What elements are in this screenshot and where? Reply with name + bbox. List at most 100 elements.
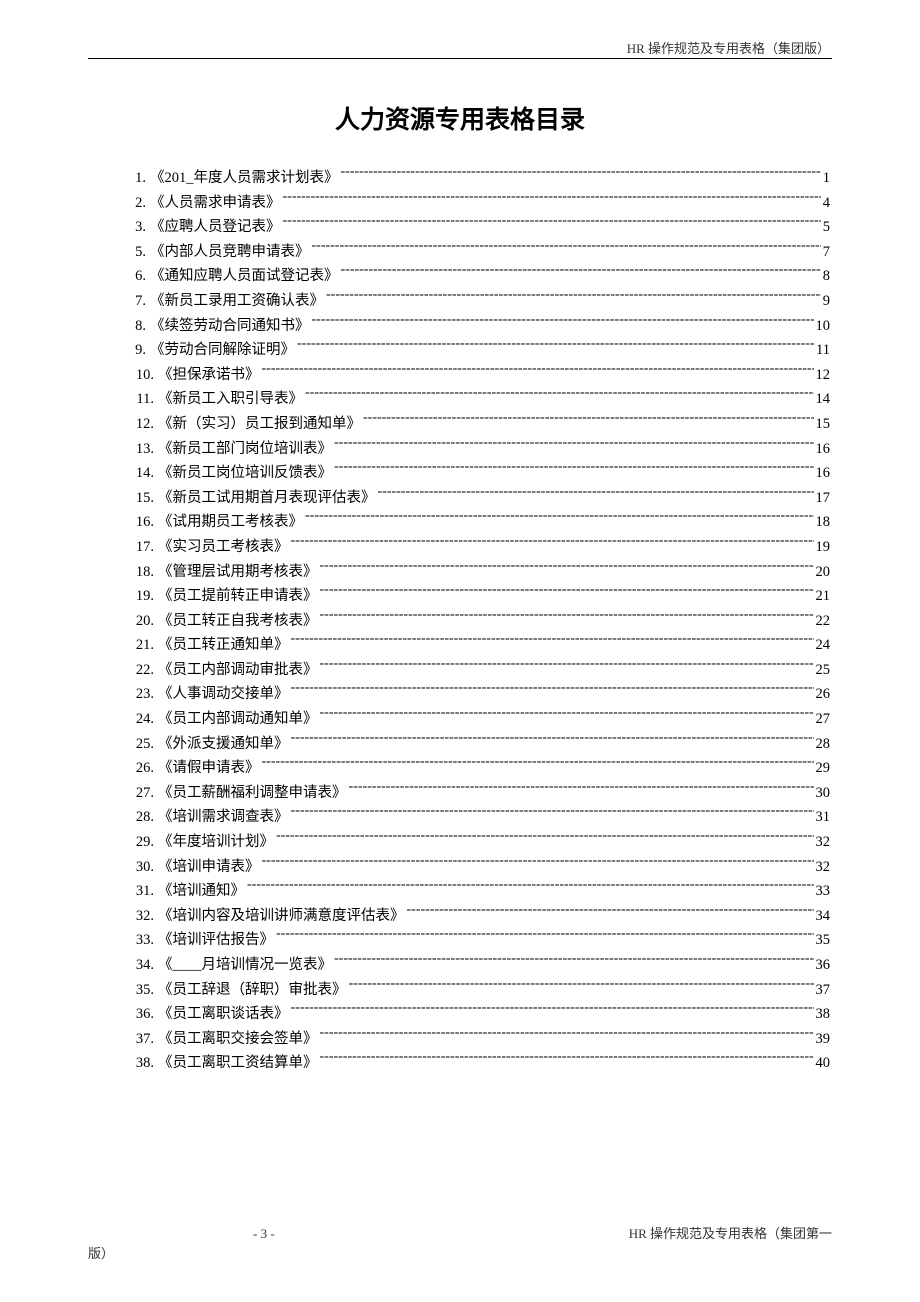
toc-number: 14.	[128, 465, 154, 482]
toc-row: 5.《内部人员竞聘申请表》7	[128, 240, 830, 265]
toc-label: 《新（实习）员工报到通知单》	[158, 412, 361, 433]
toc-row: 18.《管理层试用期考核表》20	[128, 560, 830, 585]
toc-leader	[349, 978, 814, 994]
toc-page: 16	[816, 441, 831, 458]
toc-leader	[291, 683, 814, 699]
toc-page: 35	[816, 932, 831, 949]
toc-page: 7	[823, 244, 830, 261]
toc-row: 13.《新员工部门岗位培训表》 16	[128, 437, 830, 462]
toc-label: 《新员工试用期首月表现评估表》	[158, 486, 376, 507]
toc-number: 33.	[128, 932, 154, 949]
toc-page: 38	[816, 1006, 831, 1023]
toc-row: 10.《担保承诺书》 12	[128, 363, 830, 388]
toc-number: 15.	[128, 490, 154, 507]
toc-row: 14.《新员工岗位培训反馈表》16	[128, 461, 830, 486]
toc-page: 32	[816, 834, 831, 851]
toc-page: 8	[823, 268, 830, 285]
toc-leader	[363, 412, 814, 428]
toc-number: 27.	[128, 785, 154, 802]
toc-page: 30	[816, 785, 831, 802]
toc-label: 《管理层试用期考核表》	[158, 560, 318, 581]
toc-leader	[312, 314, 814, 330]
toc-row: 1.《201_年度人员需求计划表》1	[128, 166, 830, 191]
toc-row: 23.《人事调动交接单》26	[128, 682, 830, 707]
toc-label: 《员工内部调动通知单》	[158, 707, 318, 728]
toc-label: 《实习员工考核表》	[158, 535, 289, 556]
toc-number: 21.	[128, 637, 154, 654]
toc-label: 《新员工部门岗位培训表》	[158, 437, 332, 458]
toc-leader	[305, 387, 814, 403]
footer-page-number: - 3 -	[253, 1226, 275, 1242]
toc-row: 34.《____月培训情况一览表》36	[128, 953, 830, 978]
toc-label: 《员工离职交接会签单》	[158, 1027, 318, 1048]
toc-number: 6.	[128, 268, 146, 285]
toc-label: 《年度培训计划》	[158, 830, 274, 851]
toc-leader	[326, 289, 821, 305]
toc-number: 13.	[128, 441, 154, 458]
toc-page: 28	[816, 736, 831, 753]
toc-row: 7.《新员工录用工资确认表》9	[128, 289, 830, 314]
toc-row: 22.《员工内部调动审批表》25	[128, 658, 830, 683]
toc-number: 10.	[128, 367, 154, 384]
toc-label: 《员工薪酬福利调整申请表》	[158, 781, 347, 802]
footer-right-text: HR 操作规范及专用表格（集团第一	[629, 1223, 832, 1242]
toc-page: 39	[816, 1031, 831, 1048]
toc-leader	[291, 1002, 814, 1018]
toc-leader	[320, 609, 814, 625]
toc-row: 16.《试用期员工考核表》18	[128, 510, 830, 535]
toc-row: 11.《新员工入职引导表》14	[128, 387, 830, 412]
toc-row: 15.《新员工试用期首月表现评估表》 17	[128, 486, 830, 511]
toc-label: 《员工辞退（辞职）审批表》	[158, 978, 347, 999]
toc-label: 《人事调动交接单》	[158, 682, 289, 703]
toc-page: 12	[816, 367, 831, 384]
toc-leader	[334, 953, 814, 969]
toc-page: 26	[816, 686, 831, 703]
toc-page: 20	[816, 564, 831, 581]
toc-page: 33	[816, 883, 831, 900]
toc-number: 26.	[128, 760, 154, 777]
toc-page: 11	[816, 342, 830, 359]
toc-leader	[297, 338, 814, 354]
toc-page: 22	[816, 613, 831, 630]
toc-number: 16.	[128, 514, 154, 531]
toc-number: 24.	[128, 711, 154, 728]
toc-page: 34	[816, 908, 831, 925]
toc-row: 6.《通知应聘人员面试登记表》8	[128, 264, 830, 289]
toc-leader	[320, 1027, 814, 1043]
toc-leader	[341, 166, 821, 182]
toc-label: 《员工内部调动审批表》	[158, 658, 318, 679]
toc-row: 28.《培训需求调查表》31	[128, 805, 830, 830]
toc-row: 29.《年度培训计划》 32	[128, 830, 830, 855]
toc-leader	[334, 437, 814, 453]
toc-label: 《培训评估报告》	[158, 928, 274, 949]
toc-number: 2.	[128, 195, 146, 212]
footer-below-text: 版）	[88, 1243, 114, 1262]
toc-label: 《培训通知》	[158, 879, 245, 900]
toc-number: 32.	[128, 908, 154, 925]
toc-leader	[320, 584, 814, 600]
toc-label: 《____月培训情况一览表》	[158, 953, 332, 974]
toc-number: 25.	[128, 736, 154, 753]
toc-label: 《培训申请表》	[158, 855, 260, 876]
toc-number: 29.	[128, 834, 154, 851]
toc-leader	[276, 830, 814, 846]
toc-row: 20.《员工转正自我考核表》22	[128, 609, 830, 634]
toc-leader	[320, 1051, 814, 1067]
toc-page: 19	[816, 539, 831, 556]
toc-leader	[291, 535, 814, 551]
toc-leader	[247, 879, 814, 895]
toc-page: 10	[816, 318, 831, 335]
toc-number: 9.	[128, 342, 146, 359]
toc-page: 31	[816, 809, 831, 826]
toc-leader	[407, 904, 814, 920]
toc-row: 26.《请假申请表》29	[128, 756, 830, 781]
toc-label: 《担保承诺书》	[158, 363, 260, 384]
toc-label: 《新员工入职引导表》	[158, 387, 303, 408]
toc-leader	[334, 461, 814, 477]
toc-row: 32.《培训内容及培训讲师满意度评估表》34	[128, 904, 830, 929]
toc-page: 17	[816, 490, 831, 507]
toc-page: 25	[816, 662, 831, 679]
toc-number: 7.	[128, 293, 146, 310]
toc-leader	[262, 756, 814, 772]
toc-number: 38.	[128, 1055, 154, 1072]
